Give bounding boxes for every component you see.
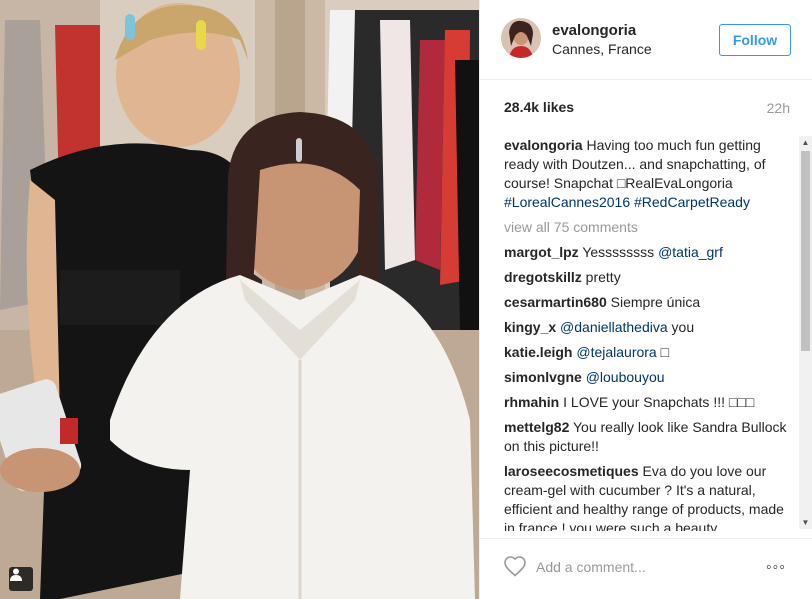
view-all-comments-link[interactable]: view all 75 comments bbox=[504, 218, 790, 237]
comment-item: margot_lpz Yessssssss @tatia_grf bbox=[504, 243, 790, 262]
follow-button[interactable]: Follow bbox=[719, 24, 791, 56]
more-options-icon[interactable]: ◦◦◦ bbox=[766, 559, 786, 577]
comment-username[interactable]: dregotskillz bbox=[504, 269, 582, 285]
comment-username[interactable]: mettelg82 bbox=[504, 419, 569, 435]
comment-username[interactable]: katie.leigh bbox=[504, 344, 572, 360]
hashtag[interactable]: #LorealCannes2016 bbox=[504, 194, 630, 210]
add-comment-input[interactable] bbox=[536, 557, 756, 577]
user-tag-icon[interactable] bbox=[9, 567, 33, 591]
comment-username[interactable]: kingy_x bbox=[504, 319, 556, 335]
post-header: evalongoria Cannes, France Follow bbox=[480, 0, 812, 80]
heart-icon[interactable] bbox=[503, 555, 527, 582]
comment-item: simonlvgne @loubouyou bbox=[504, 368, 790, 387]
comment-mention[interactable]: @daniellathediva bbox=[560, 319, 668, 335]
comment-item: dregotskillz pretty bbox=[504, 268, 790, 287]
comment-item: laroseecosmetiques Eva do you love our c… bbox=[504, 462, 790, 531]
comment-item: kingy_x @daniellathediva you bbox=[504, 318, 790, 337]
comment-text: □ bbox=[656, 344, 670, 360]
comment-item: cesarmartin680 Siempre única bbox=[504, 293, 790, 312]
comment-item: rhmahin I LOVE your Snapchats !!! □□□ bbox=[504, 393, 790, 412]
comment-username[interactable]: simonlvgne bbox=[504, 369, 582, 385]
comment-item: katie.leigh @tejalaurora □ bbox=[504, 343, 790, 362]
like-count[interactable]: 28.4k likes bbox=[504, 99, 574, 115]
scroll-down-arrow-icon[interactable]: ▼ bbox=[799, 516, 812, 529]
hashtag[interactable]: #RedCarpetReady bbox=[634, 194, 750, 210]
comment-username[interactable]: laroseecosmetiques bbox=[504, 463, 639, 479]
scroll-thumb[interactable] bbox=[801, 151, 810, 351]
comment-username[interactable]: margot_lpz bbox=[504, 244, 579, 260]
post-time[interactable]: 22h bbox=[767, 100, 790, 116]
comment-username[interactable]: rhmahin bbox=[504, 394, 559, 410]
comment-item: mettelg82 You really look like Sandra Bu… bbox=[504, 418, 790, 456]
post-location[interactable]: Cannes, France bbox=[552, 41, 652, 57]
scroll-up-arrow-icon[interactable]: ▲ bbox=[799, 136, 812, 149]
comment-text: you bbox=[667, 319, 695, 335]
comment-mention[interactable]: @loubouyou bbox=[586, 369, 665, 385]
add-comment-bar: ◦◦◦ bbox=[480, 538, 812, 599]
comment-text: Siempre única bbox=[606, 294, 701, 310]
comment-mention[interactable]: @tejalaurora bbox=[576, 344, 656, 360]
comment-username[interactable]: cesarmartin680 bbox=[504, 294, 607, 310]
photo-illustration bbox=[0, 0, 479, 599]
post-caption: evalongoria Having too much fun getting … bbox=[504, 136, 790, 212]
post-photo[interactable] bbox=[0, 0, 479, 599]
comment-text: pretty bbox=[581, 269, 621, 285]
comment-text: I LOVE your Snapchats !!! □□□ bbox=[559, 394, 755, 410]
post-sidebar: evalongoria Cannes, France Follow 28.4k … bbox=[479, 0, 812, 599]
comments-list: evalongoria Having too much fun getting … bbox=[504, 136, 790, 531]
comment-mention[interactable]: @tatia_grf bbox=[658, 244, 723, 260]
caption-username[interactable]: evalongoria bbox=[504, 137, 583, 153]
comment-text: Yessssssss bbox=[578, 244, 659, 260]
comments-scrollbar[interactable]: ▲ ▼ bbox=[799, 136, 812, 529]
avatar[interactable] bbox=[501, 18, 541, 58]
post-username[interactable]: evalongoria bbox=[552, 22, 636, 39]
